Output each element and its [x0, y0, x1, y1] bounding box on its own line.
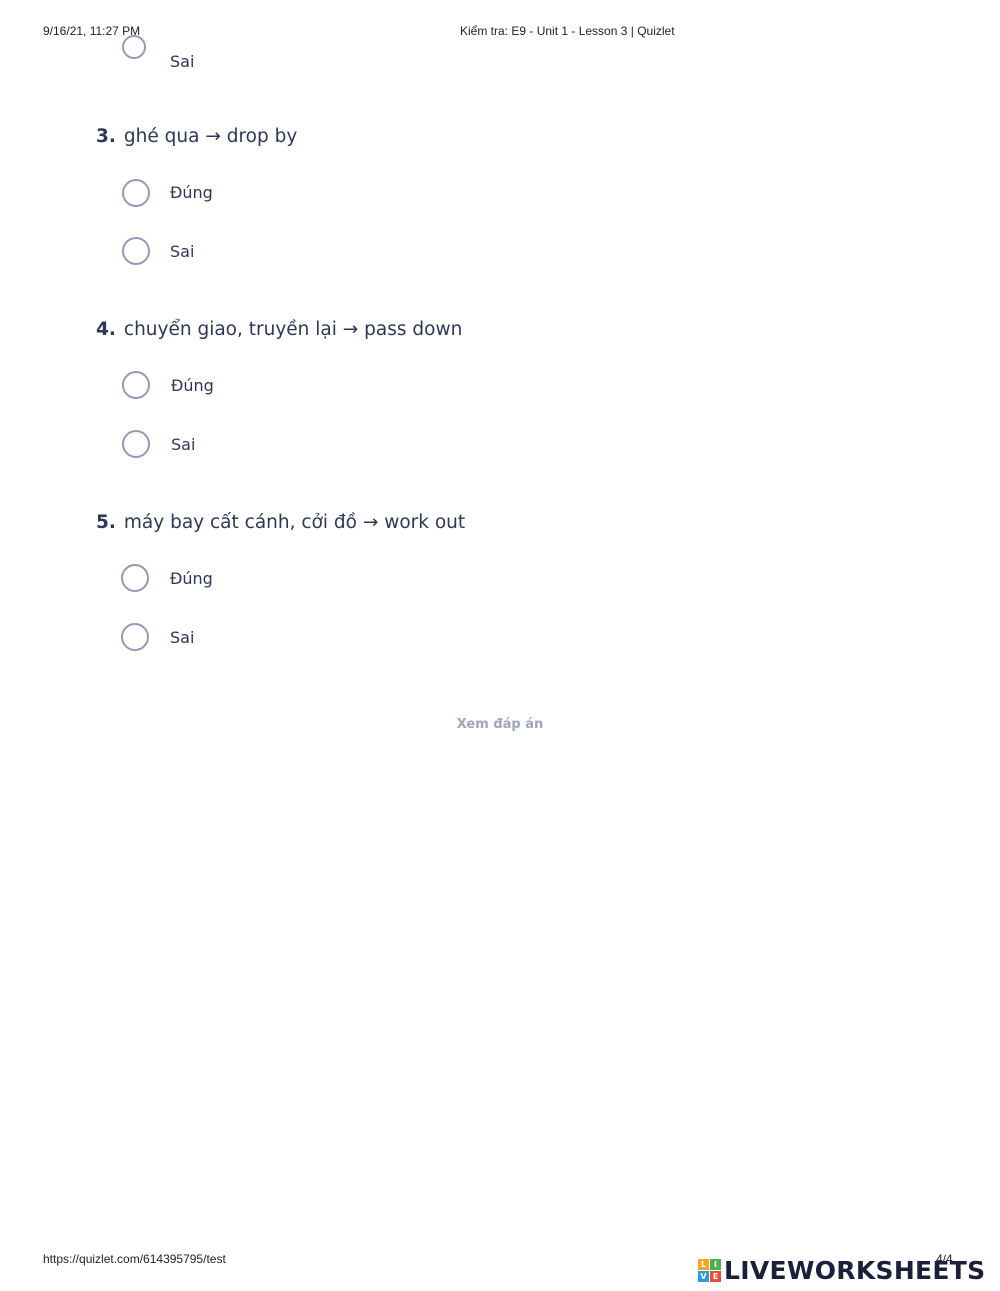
question-number: 4. [96, 319, 116, 340]
logo-block-v: V [698, 1271, 709, 1282]
print-url: https://quizlet.com/614395795/test [43, 1252, 226, 1266]
radio-q5-sai[interactable] [121, 623, 149, 651]
radio-label-q3-dung: Đúng [170, 183, 213, 202]
question-number: 5. [96, 512, 116, 533]
question-number: 3. [96, 126, 116, 147]
logo-block-l: L [698, 1259, 709, 1270]
radio-label-q5-dung: Đúng [170, 569, 213, 588]
logo-block-e: E [710, 1271, 721, 1282]
question-text: chuyển giao, truyền lại → pass down [123, 319, 463, 340]
logo-block-i: I [710, 1259, 721, 1270]
radio-q5-dung[interactable] [121, 564, 149, 592]
radio-q3-sai[interactable] [122, 237, 150, 265]
radio-q4-dung[interactable] [122, 371, 150, 399]
liveworksheets-logo: L I V E LIVEWORKSHEETS [698, 1256, 985, 1285]
radio-q3-dung[interactable] [122, 179, 150, 207]
radio-label-q5-sai: Sai [170, 628, 195, 647]
question-4: 4. chuyển giao, truyền lại → pass down [96, 319, 462, 340]
radio-label-q2-sai: Sai [170, 52, 195, 71]
radio-q4-sai[interactable] [122, 430, 150, 458]
logo-wordmark: LIVEWORKSHEETS [724, 1256, 986, 1285]
radio-q2-sai[interactable] [122, 35, 146, 59]
question-text: máy bay cất cánh, cởi đồ → work out [123, 512, 466, 533]
see-answers-button[interactable]: Xem đáp án [0, 717, 1000, 732]
radio-label-q3-sai: Sai [170, 242, 195, 261]
radio-label-q4-dung: Đúng [171, 376, 214, 395]
question-3: 3. ghé qua → drop by [96, 126, 297, 147]
logo-blocks-icon: L I V E [698, 1259, 721, 1282]
page-top-clip [0, 0, 1000, 36]
question-5: 5. máy bay cất cánh, cởi đồ → work out [96, 512, 465, 533]
radio-label-q4-sai: Sai [171, 435, 196, 454]
print-page: 9/16/21, 11:27 PM Kiểm tra: E9 - Unit 1 … [0, 0, 1000, 1291]
question-text: ghé qua → drop by [123, 126, 298, 147]
